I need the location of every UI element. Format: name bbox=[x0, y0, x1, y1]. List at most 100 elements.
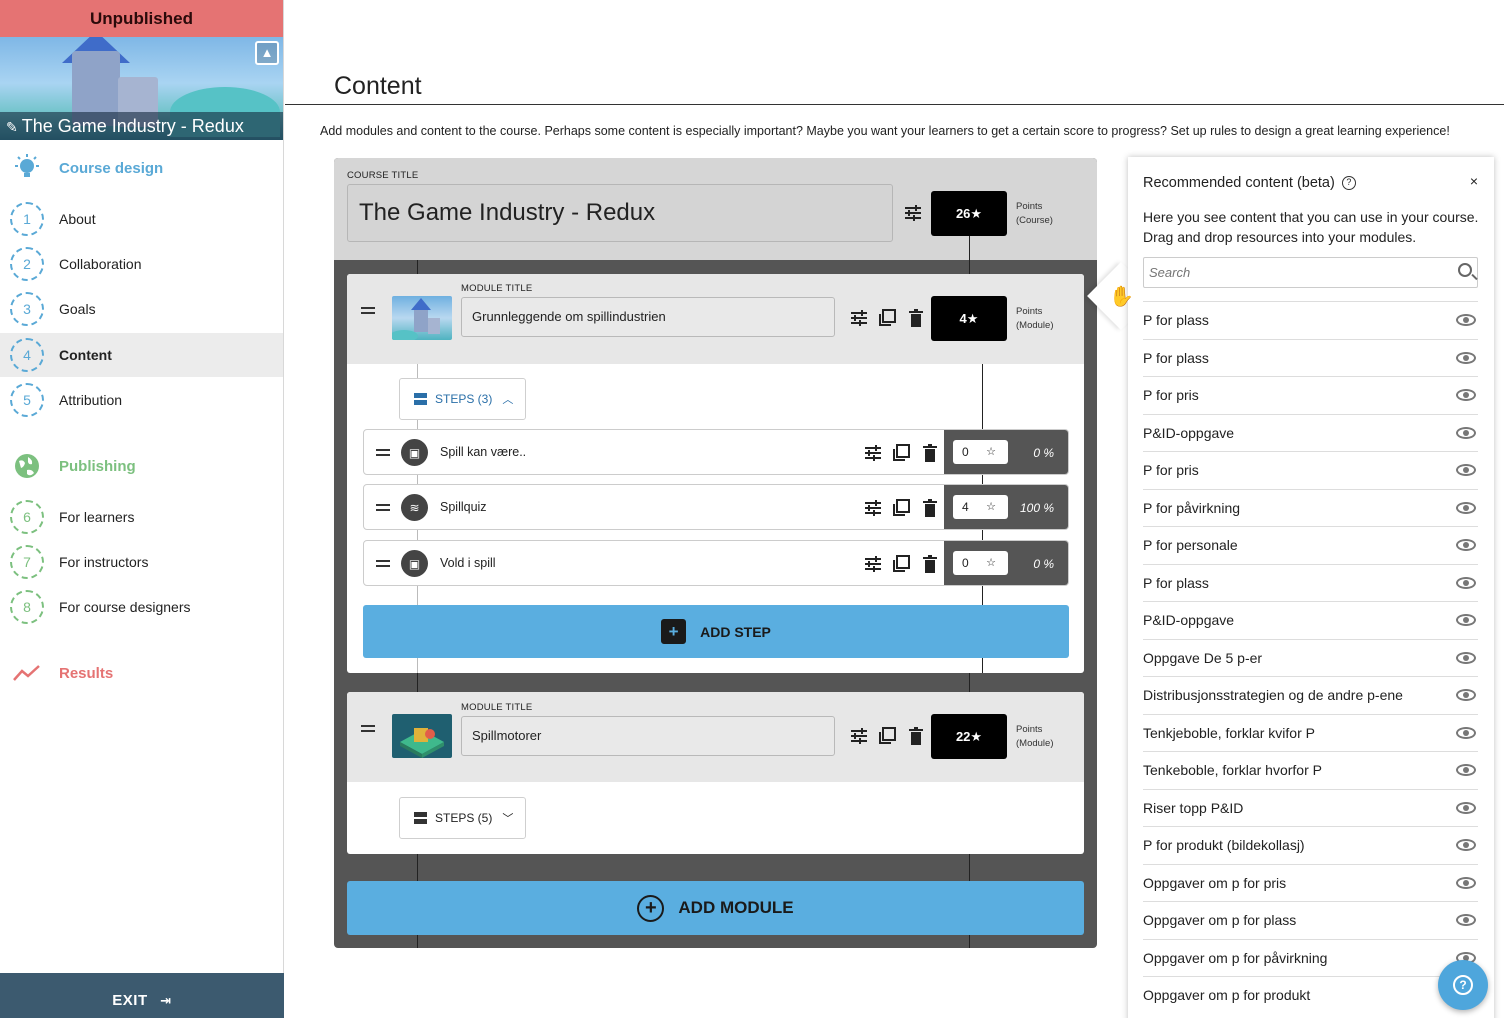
recommended-item[interactable]: P for plass bbox=[1143, 301, 1478, 339]
module-title-input[interactable]: Spillmotorer bbox=[461, 716, 835, 756]
change-image-icon[interactable]: ▲ bbox=[255, 41, 279, 65]
delete-icon[interactable] bbox=[905, 307, 927, 329]
settings-sliders-icon[interactable] bbox=[902, 202, 924, 224]
duplicate-icon[interactable] bbox=[890, 497, 912, 519]
step-title[interactable]: Vold i spill bbox=[440, 541, 496, 585]
eye-icon[interactable] bbox=[1456, 539, 1476, 552]
drag-handle-icon[interactable] bbox=[376, 560, 390, 567]
drag-handle-icon[interactable] bbox=[361, 307, 375, 314]
eye-icon[interactable] bbox=[1456, 839, 1476, 852]
recommended-item-label: P&ID-oppgave bbox=[1143, 612, 1235, 629]
eye-icon[interactable] bbox=[1456, 726, 1476, 739]
step-title[interactable]: Spill kan være.. bbox=[440, 430, 526, 474]
section-results[interactable]: Results bbox=[0, 651, 283, 695]
eye-icon[interactable] bbox=[1456, 614, 1476, 627]
help-button[interactable]: ? bbox=[1438, 960, 1488, 1010]
settings-sliders-icon[interactable] bbox=[862, 442, 884, 464]
add-module-button[interactable]: + ADD MODULE bbox=[347, 881, 1084, 935]
settings-sliders-icon[interactable] bbox=[862, 553, 884, 575]
nav-label: For instructors bbox=[59, 554, 149, 570]
duplicate-icon[interactable] bbox=[890, 553, 912, 575]
eye-icon[interactable] bbox=[1456, 426, 1476, 439]
eye-icon[interactable] bbox=[1456, 314, 1476, 327]
recommended-item-label: P for pris bbox=[1143, 462, 1199, 479]
step-points-input[interactable]: 0 ☆ bbox=[953, 551, 1008, 575]
add-step-button[interactable]: + ADD STEP bbox=[363, 605, 1069, 658]
course-points-badge[interactable]: 26★ bbox=[931, 191, 1007, 236]
eye-icon[interactable] bbox=[1456, 689, 1476, 702]
recommended-item[interactable]: P for pris bbox=[1143, 451, 1478, 489]
steps-toggle-button[interactable]: STEPS (5) ﹀ bbox=[399, 797, 526, 839]
recommended-item[interactable]: P for produkt (bildekollasj) bbox=[1143, 826, 1478, 864]
eye-icon[interactable] bbox=[1456, 764, 1476, 777]
recommended-item[interactable]: P&ID-oppgave bbox=[1143, 601, 1478, 639]
search-box[interactable] bbox=[1143, 257, 1478, 288]
module-points-badge[interactable]: 4★ bbox=[931, 296, 1007, 341]
recommended-item[interactable]: Oppgaver om p for påvirkning bbox=[1143, 938, 1478, 977]
nav-item-attribution[interactable]: 5 Attribution bbox=[0, 378, 283, 422]
step-points-input[interactable]: 4 ☆ bbox=[953, 495, 1008, 519]
module-points-badge[interactable]: 22★ bbox=[931, 714, 1007, 759]
course-title-input[interactable]: The Game Industry - Redux bbox=[347, 184, 893, 242]
delete-icon[interactable] bbox=[919, 553, 941, 575]
nav-item-for-course-designers[interactable]: 8 For course designers bbox=[0, 585, 283, 629]
eye-icon[interactable] bbox=[1456, 351, 1476, 364]
module-title-input[interactable]: Grunnleggende om spillindustrien bbox=[461, 297, 835, 337]
nav-item-content[interactable]: 4 Content bbox=[0, 333, 283, 377]
nav-item-goals[interactable]: 3 Goals bbox=[0, 287, 283, 331]
recommended-item[interactable]: Oppgave De 5 p-er bbox=[1143, 638, 1478, 677]
eye-icon[interactable] bbox=[1456, 876, 1476, 889]
eye-icon[interactable] bbox=[1456, 576, 1476, 589]
recommended-item[interactable]: Riser topp P&ID bbox=[1143, 788, 1478, 827]
delete-icon[interactable] bbox=[919, 497, 941, 519]
eye-icon[interactable] bbox=[1456, 801, 1476, 814]
delete-icon[interactable] bbox=[919, 442, 941, 464]
settings-sliders-icon[interactable] bbox=[862, 497, 884, 519]
eye-icon[interactable] bbox=[1456, 464, 1476, 477]
search-icon[interactable] bbox=[1458, 263, 1472, 277]
step-row[interactable]: ≋ Spillquiz 4 ☆ 100 % bbox=[363, 484, 1069, 530]
recommended-item[interactable]: P for plass bbox=[1143, 563, 1478, 602]
settings-sliders-icon[interactable] bbox=[848, 725, 870, 747]
duplicate-icon[interactable] bbox=[890, 442, 912, 464]
close-icon[interactable]: × bbox=[1470, 173, 1478, 189]
exit-button[interactable]: EXIT ⇥ bbox=[0, 973, 284, 1018]
nav-item-for-learners[interactable]: 6 For learners bbox=[0, 495, 283, 539]
course-title-bar[interactable]: ✎ The Game Industry - Redux bbox=[0, 112, 283, 140]
eye-icon[interactable] bbox=[1456, 501, 1476, 514]
recommended-item[interactable]: P for plass bbox=[1143, 338, 1478, 377]
nav-item-collaboration[interactable]: 2 Collaboration bbox=[0, 242, 283, 286]
drag-handle-icon[interactable] bbox=[376, 449, 390, 456]
recommended-item[interactable]: P for personale bbox=[1143, 526, 1478, 564]
step-row[interactable]: ▣ Spill kan være.. 0 ☆ 0 % bbox=[363, 429, 1069, 475]
delete-icon[interactable] bbox=[905, 725, 927, 747]
duplicate-icon[interactable] bbox=[876, 725, 898, 747]
recommended-item[interactable]: P for påvirkning bbox=[1143, 488, 1478, 527]
eye-icon[interactable] bbox=[1456, 389, 1476, 402]
recommended-item[interactable]: Tenkjeboble, forklar kvifor P bbox=[1143, 713, 1478, 752]
search-input[interactable] bbox=[1144, 258, 1434, 287]
step-row[interactable]: ▣ Vold i spill 0 ☆ 0 % bbox=[363, 540, 1069, 586]
recommended-item[interactable]: Tenkeboble, forklar hvorfor P bbox=[1143, 751, 1478, 789]
eye-icon[interactable] bbox=[1456, 651, 1476, 664]
step-points-input[interactable]: 0 ☆ bbox=[953, 440, 1008, 464]
recommended-item[interactable]: Oppgaver om p for plass bbox=[1143, 901, 1478, 939]
step-number: 2 bbox=[10, 247, 44, 281]
eye-icon[interactable] bbox=[1456, 914, 1476, 927]
duplicate-icon[interactable] bbox=[876, 307, 898, 329]
settings-sliders-icon[interactable] bbox=[848, 307, 870, 329]
drag-handle-icon[interactable] bbox=[376, 504, 390, 511]
recommended-item[interactable]: Oppgaver om p for produkt bbox=[1143, 976, 1478, 1014]
step-title[interactable]: Spillquiz bbox=[440, 485, 487, 529]
steps-toggle-button[interactable]: STEPS (3) ︿ bbox=[399, 378, 526, 420]
section-publishing[interactable]: Publishing bbox=[0, 444, 283, 488]
help-circle-icon[interactable]: ? bbox=[1341, 176, 1356, 191]
recommended-item[interactable]: P&ID-oppgave bbox=[1143, 413, 1478, 452]
section-course-design[interactable]: Course design bbox=[0, 146, 283, 190]
nav-item-about[interactable]: 1 About bbox=[0, 197, 283, 241]
drag-handle-icon[interactable] bbox=[361, 725, 375, 732]
recommended-item[interactable]: P for pris bbox=[1143, 376, 1478, 414]
nav-item-for-instructors[interactable]: 7 For instructors bbox=[0, 540, 283, 584]
recommended-item[interactable]: Distribusjonsstrategien og de andre p-en… bbox=[1143, 676, 1478, 714]
recommended-item[interactable]: Oppgaver om p for pris bbox=[1143, 863, 1478, 902]
